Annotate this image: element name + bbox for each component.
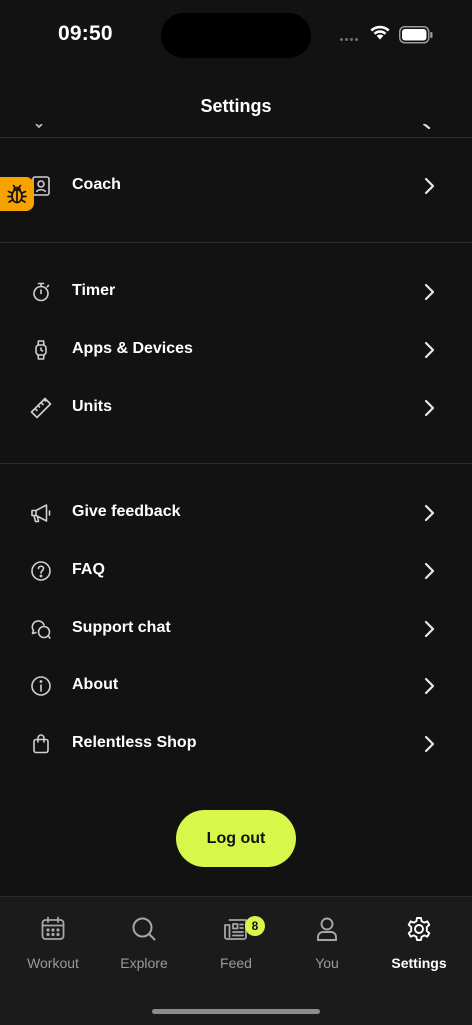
chevron-right-icon: [424, 177, 435, 195]
wifi-icon: [370, 25, 390, 40]
ruler-icon: [30, 397, 52, 419]
settings-row-label: Units: [72, 398, 112, 415]
settings-row-units[interactable]: Units: [0, 382, 472, 434]
logout-button[interactable]: Log out: [176, 810, 296, 867]
chevron-right-icon: [424, 283, 435, 301]
watch-icon: [35, 340, 47, 360]
chevron-right-icon: [424, 341, 435, 359]
settings-row-faq[interactable]: FAQ: [0, 545, 472, 597]
settings-row-timer[interactable]: Timer: [0, 266, 472, 318]
home-indicator[interactable]: [152, 1009, 320, 1014]
settings-row-label: FAQ: [72, 561, 105, 578]
tab-label: Feed: [220, 955, 252, 971]
tab-workout[interactable]: Workout: [6, 897, 100, 993]
tab-label: You: [315, 955, 339, 971]
tab-explore[interactable]: Explore: [97, 897, 191, 993]
settings-row-support-chat[interactable]: Support chat: [0, 603, 472, 655]
feed-notification-badge: 8: [245, 916, 265, 936]
header-divider: [0, 137, 472, 138]
settings-row-about[interactable]: About: [0, 660, 472, 712]
debug-tab[interactable]: [0, 177, 34, 211]
section-divider: [0, 242, 472, 243]
settings-row-label: About: [72, 676, 119, 693]
settings-row-apps-devices[interactable]: Apps & Devices: [0, 324, 472, 376]
settings-row-label: Timer: [72, 282, 116, 299]
chevron-right-icon: [424, 620, 435, 638]
person-icon: [317, 917, 337, 941]
chat-bubbles-icon: [31, 620, 51, 639]
settings-row-label: Coach: [72, 176, 121, 193]
search-icon: [132, 917, 156, 941]
settings-row-label: Give feedback: [72, 503, 181, 520]
calendar-icon: [41, 916, 65, 940]
tab-you[interactable]: You: [280, 897, 374, 993]
bottom-tab-bar: Workout Explore 8 Feed You Settings: [0, 896, 472, 1025]
dynamic-island: [161, 13, 311, 58]
section-divider: [0, 463, 472, 464]
settings-row-label: Support chat: [72, 619, 171, 636]
scrolled-off-row: [0, 124, 472, 138]
tab-label: Explore: [120, 955, 168, 971]
tab-settings[interactable]: Settings: [372, 897, 466, 993]
status-time: 09:50: [58, 22, 113, 45]
chevron-right-icon: [424, 677, 435, 695]
cellular-signal-icon: [340, 38, 362, 42]
chevron-right-icon: [424, 562, 435, 580]
battery-icon: [399, 26, 433, 44]
settings-row-label: Relentless Shop: [72, 734, 197, 751]
question-circle-icon: [31, 561, 51, 581]
chevron-right-icon: [424, 399, 435, 417]
settings-row-coach[interactable]: Coach: [0, 160, 472, 212]
page-title: Settings: [200, 96, 272, 116]
status-bar: 09:50: [0, 0, 472, 72]
chevron-right-icon: [424, 735, 435, 753]
chevron-right-icon: [424, 504, 435, 522]
gear-icon: [407, 917, 431, 941]
tab-label: Settings: [391, 955, 447, 971]
stopwatch-icon: [33, 282, 50, 302]
info-circle-icon: [31, 676, 51, 696]
settings-row-label: Apps & Devices: [72, 340, 193, 357]
bug-icon: [7, 184, 27, 204]
settings-row-relentless-shop[interactable]: Relentless Shop: [0, 718, 472, 770]
tab-feed[interactable]: 8 Feed: [189, 897, 283, 993]
settings-row-give-feedback[interactable]: Give feedback: [0, 487, 472, 539]
shopping-bag-icon: [33, 734, 49, 754]
tab-label: Workout: [27, 955, 79, 971]
megaphone-icon: [31, 504, 51, 523]
